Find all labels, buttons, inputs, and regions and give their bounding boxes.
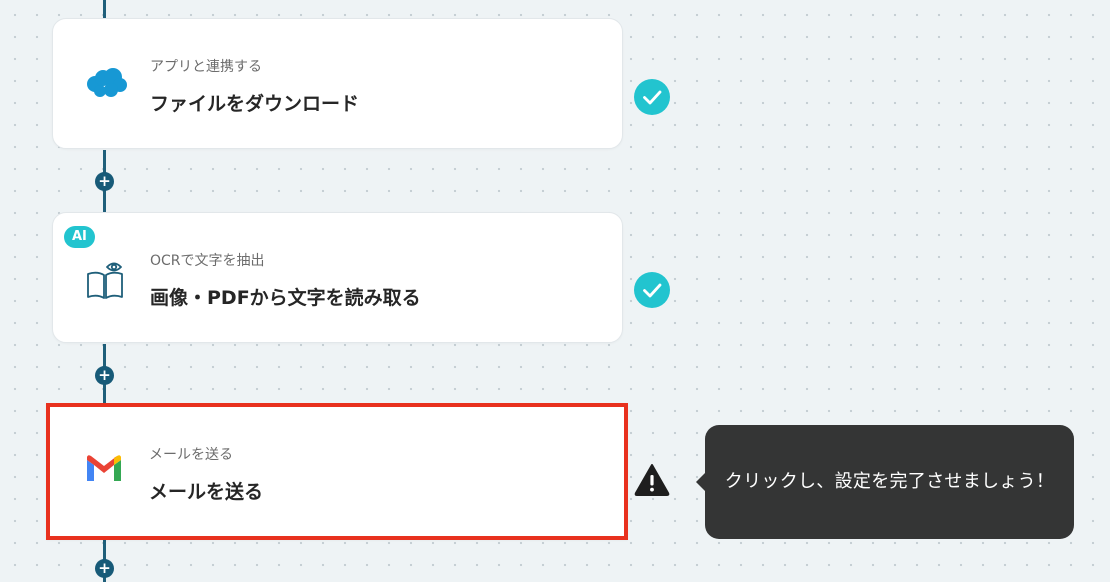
flow-step-card-send-mail[interactable]: メールを送る メールを送る [46, 403, 628, 540]
step-app-label: メールを送る [149, 447, 233, 463]
step-app-label: アプリと連携する [150, 59, 262, 75]
step-action-title: メールを送る [149, 481, 264, 503]
check-icon [634, 79, 670, 115]
warning-icon [634, 462, 670, 498]
setup-hint-tooltip: クリックし、設定を完了させましょう！ [696, 425, 1074, 539]
ai-badge: AI [64, 226, 95, 248]
gmail-icon [84, 453, 130, 493]
flow-step-card-download-file[interactable]: アプリと連携する ファイルをダウンロード [52, 18, 623, 149]
connector-line [103, 0, 106, 18]
check-icon [634, 272, 670, 308]
step-action-title: ファイルをダウンロード [150, 93, 360, 115]
book-eye-ocr-icon [83, 259, 129, 299]
step-app-label: OCRで文字を抽出 [150, 253, 265, 269]
add-step-button[interactable]: + [95, 172, 114, 191]
flow-step-card-ocr[interactable]: AI OCRで文字を抽出 画像・PDFから文字を読み取る [52, 212, 623, 343]
salesforce-cloud-icon [83, 64, 129, 104]
add-step-button[interactable]: + [95, 559, 114, 578]
step-action-title: 画像・PDFから文字を読み取る [150, 287, 421, 309]
tooltip-text: クリックし、設定を完了させましょう！ [724, 471, 1055, 492]
add-step-button[interactable]: + [95, 366, 114, 385]
